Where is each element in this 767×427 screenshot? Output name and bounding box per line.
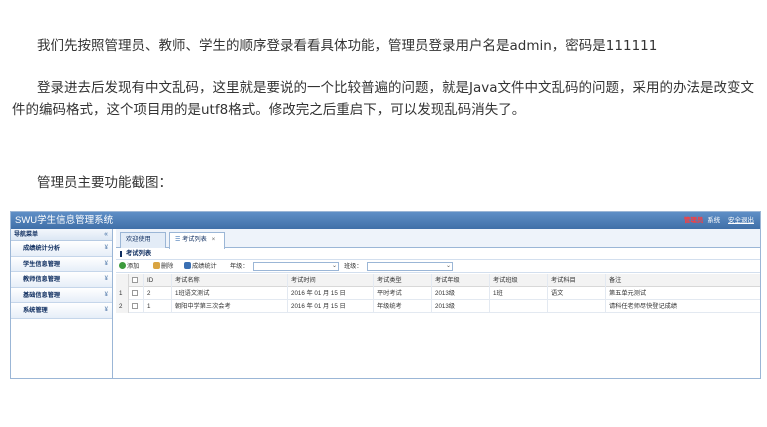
sidebar-item-student-info[interactable]: 学生信息管理 ¥: [11, 256, 112, 272]
select-all-checkbox[interactable]: [129, 274, 144, 287]
row-checkbox-cell[interactable]: [129, 287, 144, 300]
tab-label: 欢迎使用: [126, 236, 151, 243]
paragraph-login-intro: 我们先按照管理员、教师、学生的顺序登录看看具体功能，管理员登录用户名是admin…: [37, 38, 658, 54]
cell-id: 1: [144, 300, 172, 313]
column-header[interactable]: 考试科目: [548, 274, 606, 287]
stats-button[interactable]: 成绩统计: [184, 260, 217, 273]
checkbox[interactable]: [132, 290, 138, 296]
column-header[interactable]: 考试名称: [172, 274, 288, 287]
collapse-icon[interactable]: «: [104, 229, 108, 241]
user-role: 管理员: [683, 217, 704, 224]
user-name: 系统: [707, 217, 721, 224]
toolbar: 添加 删除 成绩统计 年级： ⌄ 班级： ⌄: [116, 260, 760, 273]
column-header[interactable]: 考试类型: [374, 274, 432, 287]
row-number: 2: [116, 300, 129, 313]
row-checkbox-cell[interactable]: [129, 300, 144, 313]
cell-exam-type: 平时考试: [374, 287, 432, 300]
sidebar-heading: 导航菜单 «: [11, 229, 112, 241]
paragraph-admin-screenshot-caption: 管理员主要功能截图：: [37, 175, 172, 191]
tab-welcome[interactable]: 欢迎使用: [120, 232, 166, 248]
chevron-down-icon: ¥: [104, 276, 108, 282]
grade-select[interactable]: ⌄: [253, 262, 339, 271]
user-area: 管理员 系统 安全退出: [684, 212, 754, 229]
admin-screenshot: SWU学生信息管理系统 管理员 系统 安全退出 导航菜单 « 成绩统计分析 ¥ …: [10, 211, 761, 379]
sidebar-item-score-stats[interactable]: 成绩统计分析 ¥: [11, 241, 112, 257]
sidebar-heading-label: 导航菜单: [14, 232, 39, 238]
cell-exam-name: 1班语文测试: [172, 287, 288, 300]
delete-icon: [153, 262, 160, 269]
tab-label: 考试列表: [182, 236, 207, 243]
logout-link[interactable]: 安全退出: [728, 217, 754, 224]
sidebar-item-label: 教师信息管理: [23, 276, 61, 283]
column-header[interactable]: 考试年级: [432, 274, 490, 287]
column-header[interactable]: 备注: [606, 274, 760, 287]
cell-exam-subject: 语文: [548, 287, 606, 300]
table-row[interactable]: 2 1 朝阳中学第三次会考 2016 年 01 月 15 日 年级统考 2013…: [116, 300, 760, 313]
class-select[interactable]: ⌄: [367, 262, 453, 271]
app-titlebar: SWU学生信息管理系统 管理员 系统 安全退出: [11, 212, 760, 229]
chart-icon: [184, 262, 191, 269]
panel-title-marker: [120, 251, 122, 257]
chevron-down-icon: ¥: [104, 245, 108, 251]
class-filter-label: 班级：: [344, 263, 363, 270]
tab-bar: 欢迎使用 ☰ 考试列表 ×: [116, 229, 760, 249]
sidebar-item-basic-info[interactable]: 基础信息管理 ¥: [11, 287, 112, 303]
stats-label: 成绩统计: [192, 263, 217, 270]
chevron-down-icon: ¥: [104, 260, 108, 267]
sidebar-item-system[interactable]: 系统管理 ¥: [11, 303, 112, 319]
cell-exam-grade: 2013级: [432, 300, 490, 313]
add-label: 添加: [127, 263, 140, 270]
column-header[interactable]: 考试班级: [490, 274, 548, 287]
exam-table: ID 考试名称 考试时间 考试类型 考试年级 考试班级 考试科目 备注 1 2 …: [116, 274, 760, 313]
cell-exam-time: 2016 年 01 月 15 日: [288, 300, 374, 313]
cell-remark: 请科任老师尽快登记成绩: [609, 303, 678, 310]
main-panel: 欢迎使用 ☰ 考试列表 × 考试列表 添加 删除 成绩统计 年级： ⌄ 班级： …: [116, 229, 760, 378]
delete-label: 删除: [161, 263, 174, 270]
panel-title-label: 考试列表: [126, 250, 152, 257]
chevron-down-icon: ⌄: [445, 263, 451, 269]
row-number-header: [116, 274, 129, 287]
sidebar-item-label: 成绩统计分析: [23, 245, 61, 252]
chevron-down-icon: ¥: [104, 307, 108, 313]
chevron-down-icon: ¥: [104, 291, 108, 298]
sidebar-item-label: 系统管理: [23, 307, 48, 314]
cell-exam-time: 2016 年 01 月 15 日: [288, 287, 374, 300]
cell-remark: 第五单元测试: [609, 290, 647, 297]
tab-exam-list[interactable]: ☰ 考试列表 ×: [169, 232, 225, 249]
close-icon[interactable]: ×: [212, 236, 216, 243]
checkbox[interactable]: [132, 277, 138, 283]
list-icon: ☰: [175, 237, 181, 243]
cell-exam-grade: 2013级: [432, 287, 490, 300]
sidebar-item-label: 基础信息管理: [23, 291, 61, 299]
sidebar-item-label: 学生信息管理: [23, 260, 61, 268]
cell-exam-class: 1班: [490, 287, 548, 300]
add-icon: [119, 262, 126, 269]
sidebar-item-teacher-info[interactable]: 教师信息管理 ¥: [11, 272, 112, 288]
cell-exam-name: 朝阳中学第三次会考: [172, 300, 288, 313]
paragraph-encoding-issue: 登录进去后发现有中文乱码，这里就是要说的一个比较普遍的问题，就是Java文件中文…: [12, 80, 755, 118]
column-header[interactable]: 考试时间: [288, 274, 374, 287]
column-header[interactable]: ID: [144, 274, 172, 287]
checkbox[interactable]: [132, 303, 138, 309]
add-button[interactable]: 添加: [119, 260, 139, 273]
cell-exam-class: [490, 300, 548, 313]
table-row[interactable]: 1 2 1班语文测试 2016 年 01 月 15 日 平时考试 2013级 1…: [116, 287, 760, 300]
grade-filter-label: 年级：: [230, 263, 249, 270]
chevron-down-icon: ⌄: [331, 263, 337, 269]
row-number: 1: [116, 287, 129, 300]
cell-exam-subject: [548, 300, 606, 313]
panel-title: 考试列表: [116, 248, 760, 260]
table-header: ID 考试名称 考试时间 考试类型 考试年级 考试班级 考试科目 备注: [116, 274, 760, 287]
cell-exam-type: 年级统考: [374, 300, 432, 313]
cell-id: 2: [144, 287, 172, 300]
sidebar: 导航菜单 « 成绩统计分析 ¥ 学生信息管理 ¥ 教师信息管理 ¥ 基础信息管理…: [11, 229, 113, 378]
delete-button[interactable]: 删除: [153, 260, 173, 273]
app-title: SWU学生信息管理系统: [15, 215, 114, 226]
